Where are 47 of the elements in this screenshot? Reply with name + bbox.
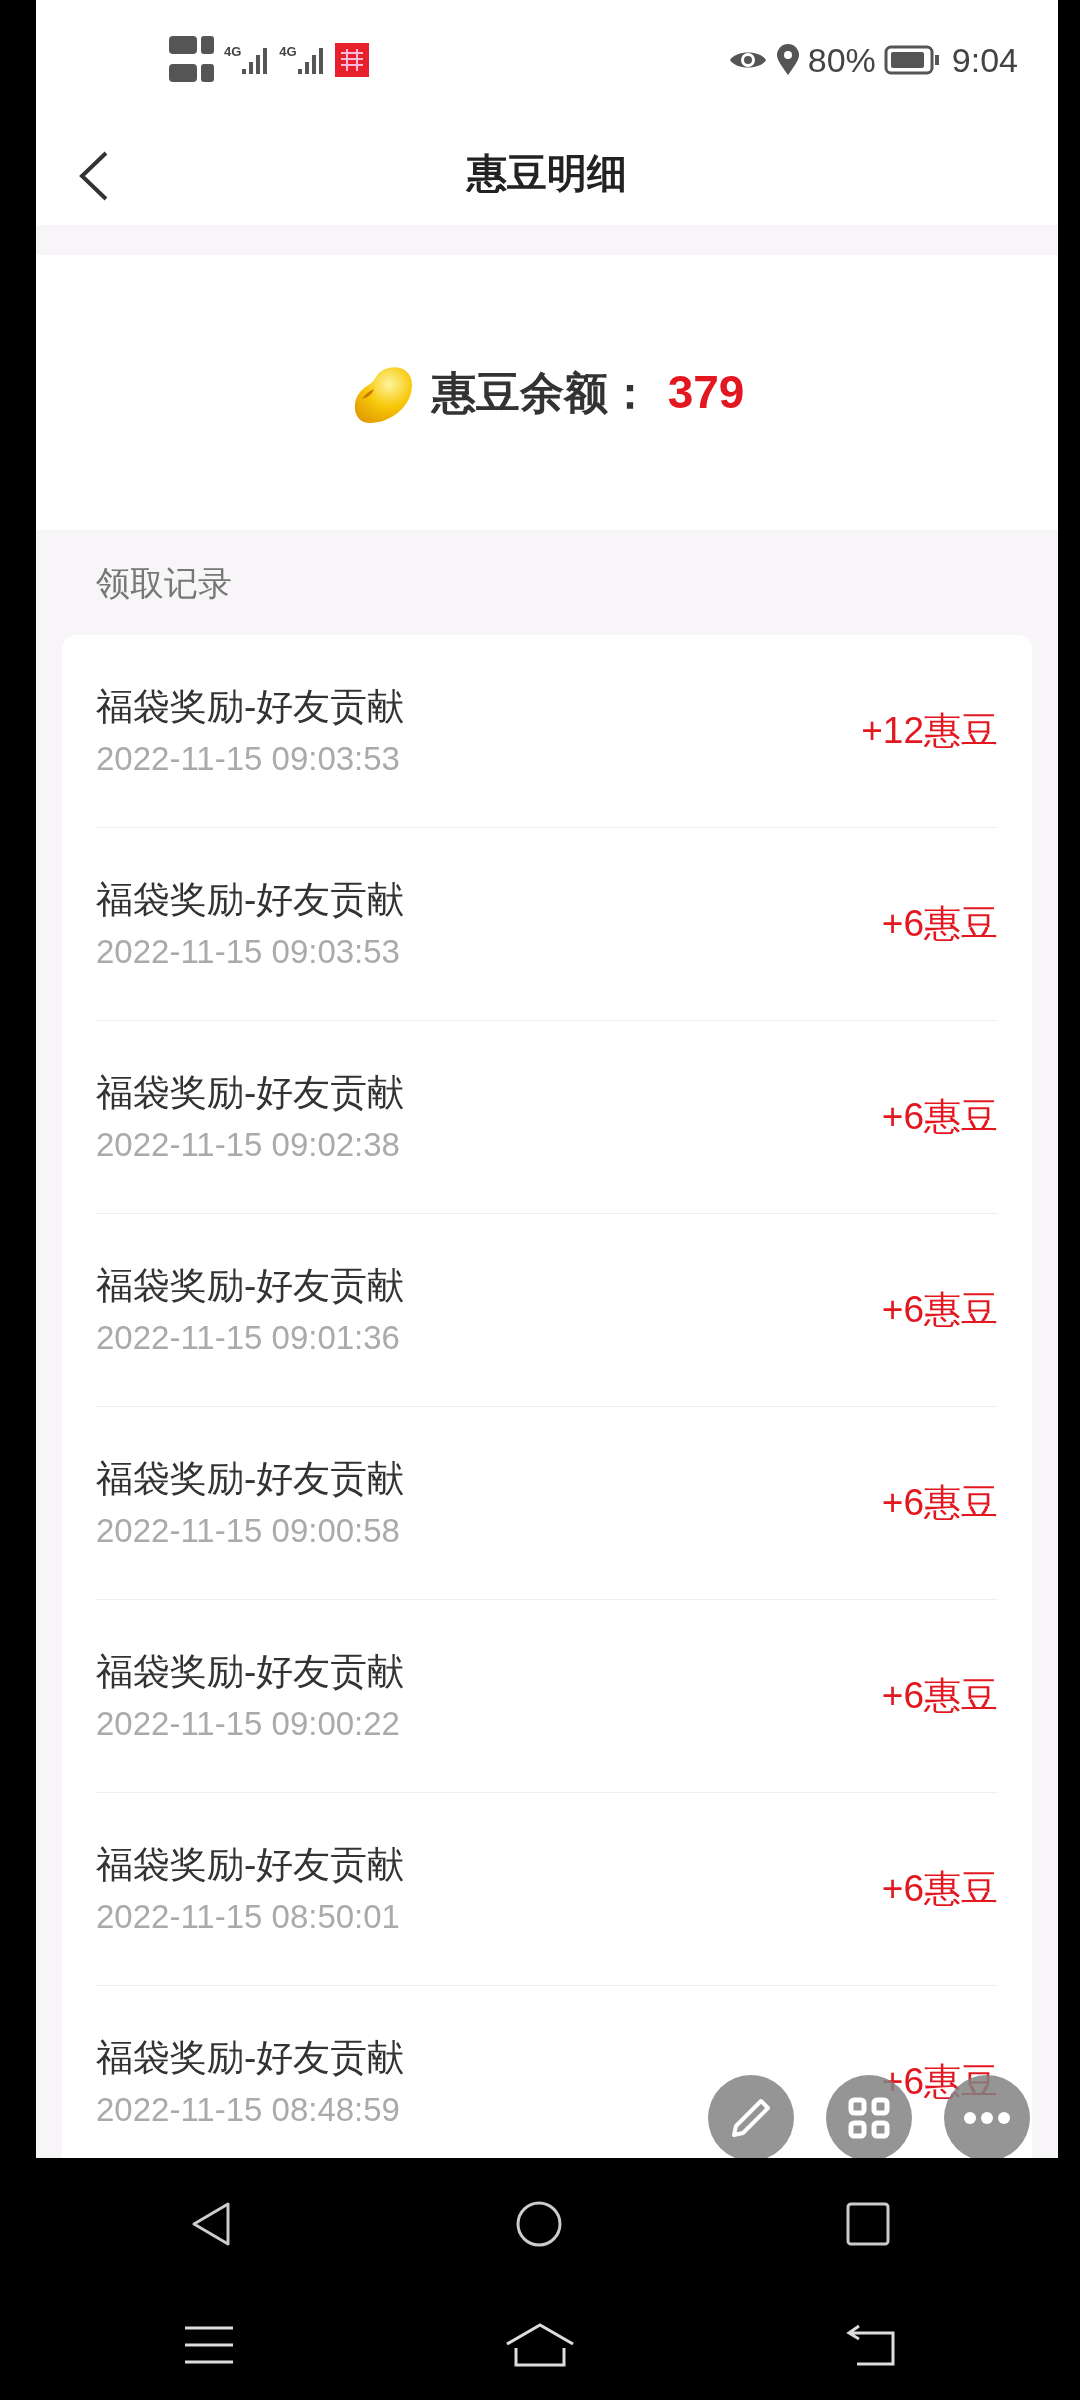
record-amount: +6惠豆 <box>881 1867 998 1912</box>
record-amount: +6惠豆 <box>881 1288 998 1333</box>
nav-home-button[interactable] <box>515 2200 563 2248</box>
record-amount: +6惠豆 <box>881 1674 998 1719</box>
record-amount: +6惠豆 <box>881 902 998 947</box>
record-time: 2022-11-15 09:03:53 <box>96 739 401 779</box>
more-icon <box>963 2111 1011 2125</box>
battery-percent: 80% <box>807 39 876 81</box>
record-title: 福袋奖励-好友贡献 <box>96 1456 405 1501</box>
record-amount: +6惠豆 <box>881 1095 998 1140</box>
menu-button[interactable] <box>182 2325 235 2365</box>
record-title: 福袋奖励-好友贡献 <box>96 2035 405 2080</box>
battery-icon <box>883 45 940 75</box>
record-amount: +6惠豆 <box>881 1481 998 1526</box>
record-title: 福袋奖励-好友贡献 <box>96 1649 405 1694</box>
nav-recents-button[interactable] <box>846 2202 891 2246</box>
grid-icon <box>847 2096 891 2140</box>
record-title: 福袋奖励-好友贡献 <box>96 877 405 922</box>
network-type: 4G <box>224 45 242 58</box>
record-title: 福袋奖励-好友贡献 <box>96 684 405 729</box>
balance-label: 惠豆余额： <box>431 366 652 419</box>
network-type: 4G <box>279 45 297 58</box>
location-icon <box>775 44 800 76</box>
square-icon <box>846 2202 891 2246</box>
page-title: 惠豆明细 <box>467 149 627 197</box>
record-amount: +12惠豆 <box>861 709 998 754</box>
section-heading: 领取记录 <box>96 564 232 602</box>
pencil-icon <box>729 2096 773 2140</box>
record-time: 2022-11-15 09:00:22 <box>96 1704 401 1744</box>
record-title: 福袋奖励-好友贡献 <box>96 1842 405 1887</box>
return-button[interactable] <box>845 2323 898 2367</box>
record-time: 2022-11-15 09:03:53 <box>96 932 401 972</box>
record-title: 福袋奖励-好友贡献 <box>96 1263 405 1308</box>
home-button[interactable] <box>504 2322 576 2368</box>
menu-icon <box>182 2325 235 2365</box>
return-icon <box>845 2323 898 2367</box>
record-time: 2022-11-15 08:50:01 <box>96 1897 401 1937</box>
record-time: 2022-11-15 09:02:38 <box>96 1125 401 1165</box>
record-time: 2022-11-15 09:00:58 <box>96 1511 401 1551</box>
circle-icon <box>515 2200 563 2248</box>
record-time: 2022-11-15 09:01:36 <box>96 1318 401 1358</box>
balance-value: 379 <box>667 365 745 420</box>
record-time: 2022-11-15 08:48:59 <box>96 2090 401 2130</box>
home-icon <box>504 2322 576 2368</box>
app-notification-icon <box>334 43 369 77</box>
record-title: 福袋奖励-好友贡献 <box>96 1070 405 1115</box>
clock-time: 9:04 <box>951 39 1018 81</box>
